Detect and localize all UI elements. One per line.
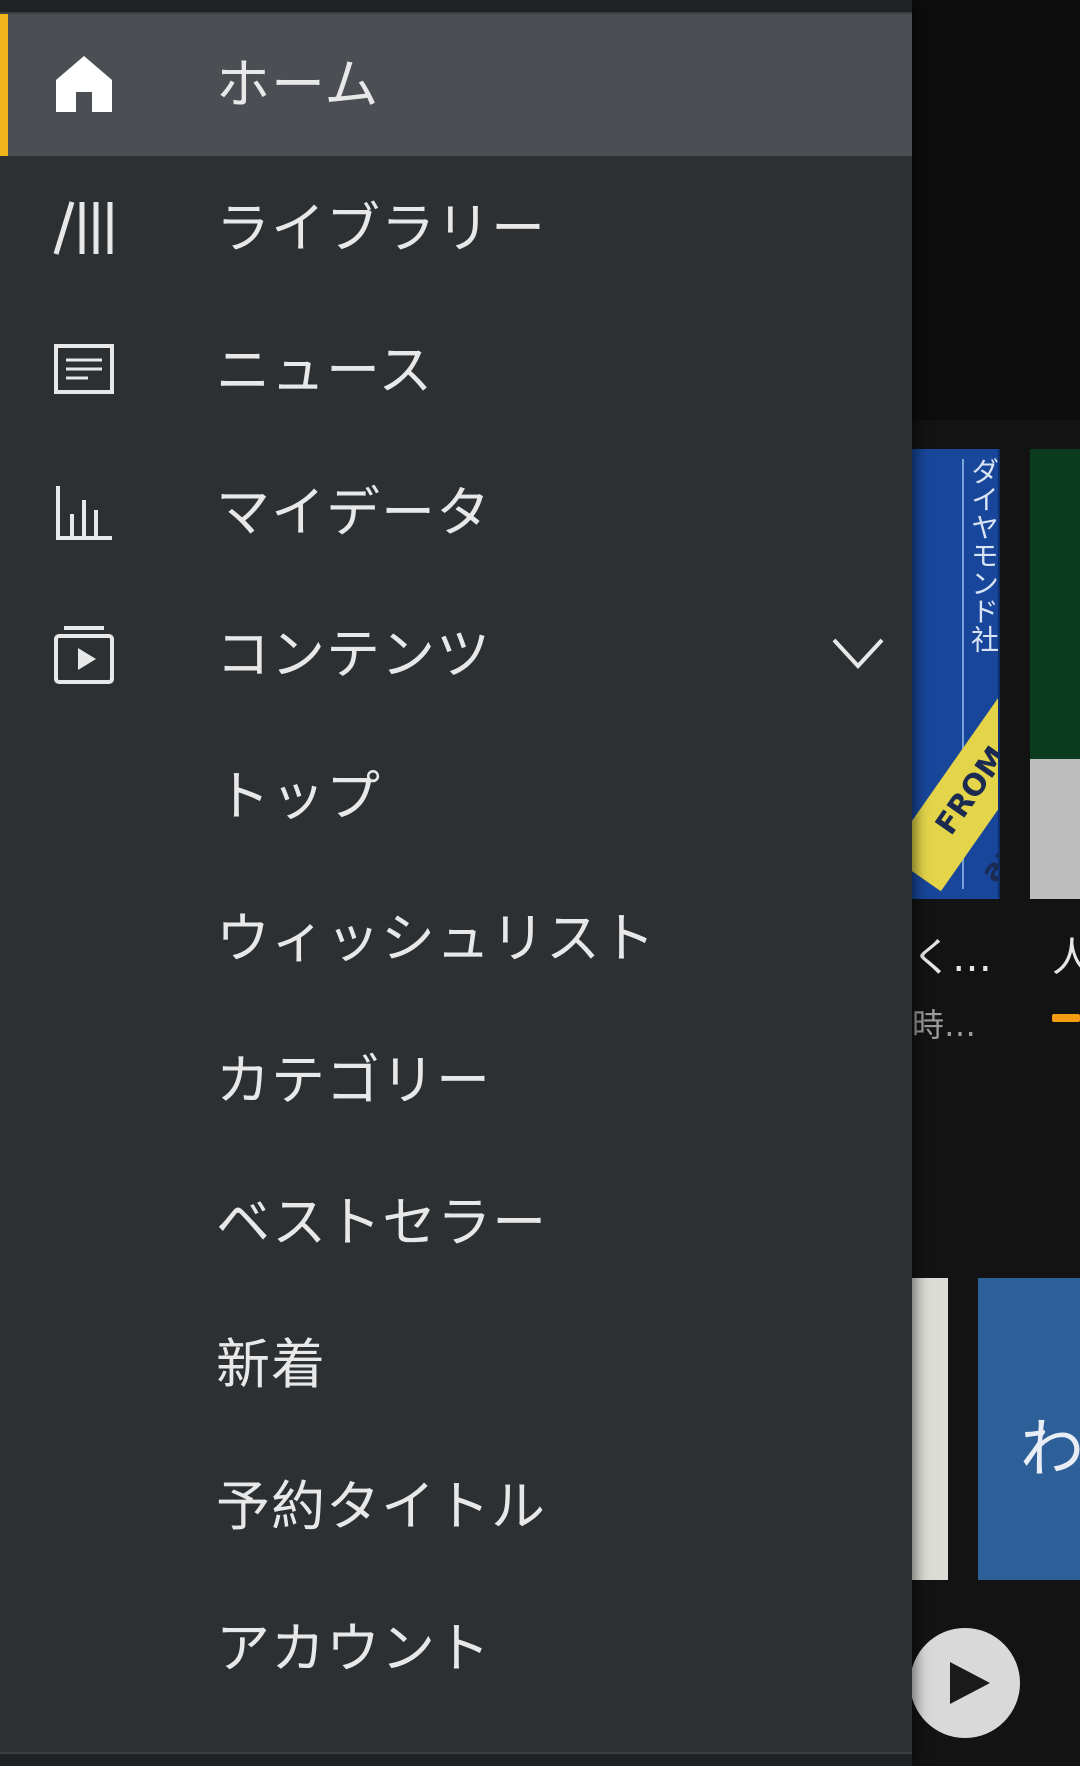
book-title-peek-1: く… <box>912 935 992 981</box>
nav-label-new-releases: 新着 <box>216 1333 326 1396</box>
book-cover-1[interactable]: ダイヤモンド社 FROM audible <box>912 449 1000 899</box>
book-duration-peek: 時… <box>912 1006 977 1044</box>
chevron-down-icon[interactable] <box>830 632 886 676</box>
nav-label-account: アカウント <box>216 1617 491 1680</box>
nav-label-wishlist: ウィッシュリスト <box>216 907 656 970</box>
nav-item-account[interactable]: アカウント <box>0 1578 912 1720</box>
nav-label-news: ニュース <box>216 339 434 402</box>
audible-badge: FROM audible <box>912 690 998 892</box>
header-area <box>912 0 1080 420</box>
nav-label-mydata: マイデータ <box>216 481 491 544</box>
content-play-icon <box>52 622 116 686</box>
play-icon <box>950 1662 990 1704</box>
nav-item-content[interactable]: コンテンツ <box>0 584 912 726</box>
nav-item-home[interactable]: ホーム <box>0 14 912 156</box>
active-indicator <box>0 14 8 156</box>
book-cover-4[interactable]: わ <box>978 1278 1080 1580</box>
nav-item-mydata[interactable]: マイデータ <box>0 442 912 584</box>
nav-subitem-top[interactable]: トップ <box>0 726 912 868</box>
news-icon <box>52 338 116 402</box>
stats-icon <box>52 480 116 544</box>
cover-title-glyph: わ <box>1020 1413 1080 1487</box>
navigation-drawer: ホーム ライブラリー ニュース マイデータ コンテンツ トップ ウィッシュリスト… <box>0 0 912 1766</box>
home-icon <box>52 52 116 116</box>
book-cover-2[interactable] <box>1030 449 1080 759</box>
nav-label-categories: カテゴリー <box>216 1049 491 1112</box>
nav-label-top: トップ <box>216 765 381 828</box>
nav-item-library[interactable]: ライブラリー <box>0 158 912 300</box>
book-title-peek-2: 人 <box>1052 935 1080 981</box>
nav-label-bestsellers: ベストセラー <box>216 1191 548 1254</box>
nav-label-home: ホーム <box>216 53 380 116</box>
nav-label-content: コンテンツ <box>216 623 491 686</box>
nav-subitem-preorders[interactable]: 予約タイトル <box>0 1436 912 1578</box>
nav-subitem-categories[interactable]: カテゴリー <box>0 1010 912 1152</box>
nav-subitem-bestsellers[interactable]: ベストセラー <box>0 1152 912 1294</box>
book-cover-2-lower <box>1030 759 1080 899</box>
nav-subitem-new-releases[interactable]: 新着 <box>0 1294 912 1436</box>
nav-label-preorders: 予約タイトル <box>216 1475 546 1538</box>
cover-publisher: ダイヤモンド社 <box>967 457 1000 653</box>
mini-player-play-button[interactable] <box>910 1628 1020 1738</box>
nav-item-news[interactable]: ニュース <box>0 300 912 442</box>
nav-subitem-wishlist[interactable]: ウィッシュリスト <box>0 868 912 1010</box>
drawer-top-edge <box>0 0 912 14</box>
listening-progress-bar <box>1052 1014 1080 1022</box>
nav-label-library: ライブラリー <box>216 197 546 260</box>
book-cover-3[interactable] <box>912 1278 948 1580</box>
library-icon <box>52 196 116 260</box>
